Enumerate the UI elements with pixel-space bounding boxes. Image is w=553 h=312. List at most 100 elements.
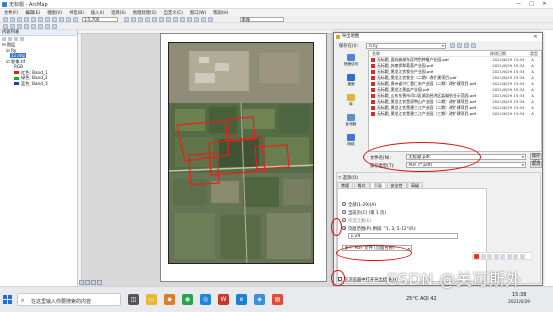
file-row[interactable]: 无标题_黑龙江农垦建三江产业园（三期）改扩建项目.pdf 2021/6/29 15… xyxy=(369,111,541,117)
data-view-icon[interactable] xyxy=(79,280,84,285)
place-desktop[interactable]: 桌面 xyxy=(340,74,362,87)
identify-icon[interactable] xyxy=(201,17,206,22)
layer-select[interactable]: 影像 xyxy=(240,17,284,22)
radio-all-pages[interactable] xyxy=(342,202,346,206)
wechat-icon[interactable]: ◉ xyxy=(182,294,193,305)
new-icon[interactable] xyxy=(3,17,8,22)
print-icon[interactable] xyxy=(24,17,29,22)
save-in-select[interactable]: Tccy xyxy=(366,42,446,49)
pan-icon[interactable] xyxy=(187,17,192,22)
list-by-visibility-icon[interactable] xyxy=(14,37,18,41)
sogou-icon[interactable] xyxy=(474,254,479,259)
file-explorer-icon[interactable]: ▭ xyxy=(146,294,157,305)
toc-icon[interactable] xyxy=(131,17,136,22)
list-by-selection-icon[interactable] xyxy=(20,37,24,41)
pause-drawing-icon[interactable] xyxy=(97,280,102,285)
menu-view[interactable]: 视图(V) xyxy=(47,10,62,16)
wps-icon[interactable]: W xyxy=(218,294,229,305)
georeference-icon[interactable] xyxy=(52,24,57,29)
column-date[interactable]: 修改日期 xyxy=(490,51,530,56)
menu-customize[interactable]: 自定义(C) xyxy=(164,10,183,16)
emoji-icon[interactable] xyxy=(493,254,499,259)
file-list[interactable]: 名称 修改日期 类型 无标题_面向嵌湖东区特色种植产业园.pdf 2021/6/2… xyxy=(368,50,542,152)
menu-bookmarks[interactable]: 书签(B) xyxy=(69,10,84,16)
menu-edit[interactable]: 编辑(E) xyxy=(25,10,40,16)
search-icon[interactable] xyxy=(145,17,150,22)
menu-geoprocessing[interactable]: 地理处理(G) xyxy=(133,10,157,16)
cut-icon[interactable] xyxy=(31,17,36,22)
browser-icon[interactable]: ◎ xyxy=(200,294,211,305)
clock-time[interactable]: 15:38 xyxy=(512,292,526,298)
editor-icon[interactable] xyxy=(124,17,129,22)
zoom-out-icon[interactable] xyxy=(180,17,185,22)
clock-date[interactable]: 2021/6/29 xyxy=(508,300,530,305)
redo-icon[interactable] xyxy=(66,17,71,22)
draw-text-icon[interactable] xyxy=(38,24,43,29)
cancel-button[interactable]: 取消 xyxy=(530,161,542,168)
view-menu-icon[interactable] xyxy=(471,43,476,48)
radio-current-page[interactable] xyxy=(342,210,346,214)
punctuation-icon[interactable] xyxy=(487,254,492,259)
app-icon[interactable]: ◈ xyxy=(254,294,265,305)
menu-help[interactable]: 帮助(H) xyxy=(213,10,228,16)
select-element-icon[interactable] xyxy=(45,24,50,29)
undo-icon[interactable] xyxy=(59,17,64,22)
list-by-source-icon[interactable] xyxy=(8,37,12,41)
windows-start-icon[interactable] xyxy=(3,295,12,304)
edge-icon[interactable]: e xyxy=(236,294,247,305)
place-quick-access[interactable]: 快速访问 xyxy=(340,54,362,67)
maximize-button[interactable]: □ xyxy=(525,0,538,9)
add-data-icon[interactable] xyxy=(73,17,78,22)
menu-insert[interactable]: 插入(I) xyxy=(91,10,104,16)
layout-view-icon[interactable] xyxy=(85,280,90,285)
column-type[interactable]: 类型 xyxy=(530,51,540,56)
menu-windows[interactable]: 窗口(W) xyxy=(190,10,206,16)
ime-mode-icon[interactable] xyxy=(480,254,486,259)
dialog-close-button[interactable]: ✕ xyxy=(530,33,541,41)
data-frame[interactable] xyxy=(168,42,314,264)
pdf-reader-icon[interactable]: ▤ xyxy=(272,294,283,305)
menu-selection[interactable]: 选择(S) xyxy=(111,10,126,16)
delete-icon[interactable] xyxy=(52,17,57,22)
menu-file[interactable]: 文件(F) xyxy=(4,10,18,16)
radio-selected-elements[interactable] xyxy=(342,218,346,222)
weather-status[interactable]: 25°C AQI 42 xyxy=(406,296,437,302)
layout-zoom-out-icon[interactable] xyxy=(10,24,15,29)
up-folder-icon[interactable] xyxy=(457,43,462,48)
task-view-icon[interactable]: ◫ xyxy=(128,294,139,305)
zoom-whole-page-icon[interactable] xyxy=(24,24,29,29)
skin-icon[interactable] xyxy=(513,254,518,259)
tools-icon[interactable] xyxy=(519,254,525,259)
paste-icon[interactable] xyxy=(45,17,50,22)
full-extent-icon[interactable] xyxy=(194,17,199,22)
back-icon[interactable] xyxy=(450,43,455,48)
open-icon[interactable] xyxy=(10,17,15,22)
list-by-drawing-order-icon[interactable] xyxy=(2,37,6,41)
save-icon[interactable] xyxy=(17,17,22,22)
options-toggle[interactable]: ▽ 选项(O) xyxy=(338,175,358,181)
measure-icon[interactable] xyxy=(208,17,213,22)
catalog-icon[interactable] xyxy=(138,17,143,22)
arcmap-taskbar-icon[interactable]: ◆ xyxy=(164,294,175,305)
place-network[interactable]: 网络 xyxy=(340,134,362,147)
column-name[interactable]: 名称 xyxy=(372,51,490,56)
radio-page-range[interactable] xyxy=(342,226,346,230)
layout-zoom-in-icon[interactable] xyxy=(3,24,8,29)
voice-icon[interactable] xyxy=(500,254,505,259)
page-range-input[interactable]: 1-29 xyxy=(348,233,458,239)
keyboard-icon[interactable] xyxy=(506,254,512,259)
zoom-in-icon[interactable] xyxy=(173,17,178,22)
close-window-button[interactable]: ✕ xyxy=(538,0,551,9)
arctoolbox-icon[interactable] xyxy=(152,17,157,22)
taskbar-search-input[interactable]: ⌕ 在这里输入你要搜索的内容 xyxy=(17,293,121,306)
place-this-pc[interactable]: 此电脑 xyxy=(340,114,362,127)
new-folder-icon[interactable] xyxy=(464,43,469,48)
draw-rectangle-icon[interactable] xyxy=(31,24,36,29)
copy-icon[interactable] xyxy=(38,17,43,22)
save-button[interactable]: 保存(S) xyxy=(530,153,542,165)
place-libraries[interactable]: 库 xyxy=(340,94,362,107)
layout-pan-icon[interactable] xyxy=(17,24,22,29)
model-builder-icon[interactable] xyxy=(166,17,171,22)
refresh-icon[interactable] xyxy=(91,280,96,285)
map-scale-select[interactable]: 1:5,700 xyxy=(82,17,118,22)
